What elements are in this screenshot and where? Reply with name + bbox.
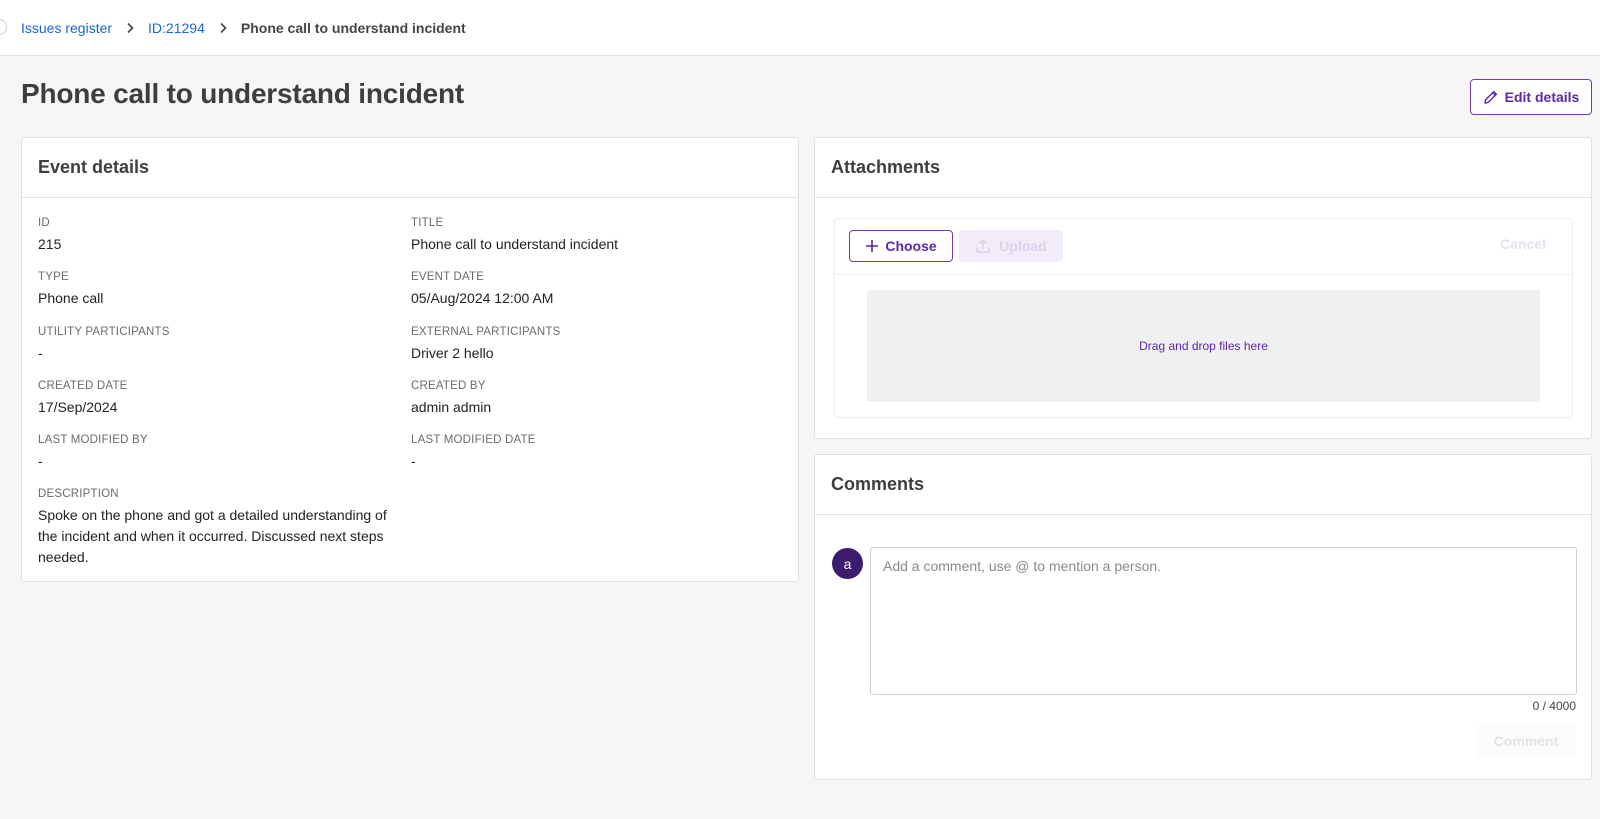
field-label: LAST MODIFIED BY bbox=[38, 434, 148, 446]
upload-icon bbox=[975, 238, 991, 254]
pencil-icon bbox=[1483, 89, 1499, 105]
field-label: TYPE bbox=[38, 271, 69, 283]
field-label: TITLE bbox=[411, 217, 444, 229]
field-value: - bbox=[38, 453, 43, 469]
comment-submit-button[interactable]: Comment bbox=[1477, 725, 1575, 757]
comments-title: Comments bbox=[815, 455, 1591, 515]
event-details-title: Event details bbox=[22, 138, 798, 198]
plus-icon bbox=[865, 239, 879, 253]
breadcrumb-issues-register-link[interactable]: Issues register bbox=[21, 20, 112, 36]
field-created-date: CREATED DATE 17/Sep/2024 bbox=[38, 380, 408, 418]
cancel-upload-button[interactable]: Cancel bbox=[1500, 236, 1546, 252]
breadcrumb: Issues register ID:21294 Phone call to u… bbox=[21, 18, 466, 38]
field-value: 215 bbox=[38, 236, 62, 252]
field-label: LAST MODIFIED DATE bbox=[411, 434, 536, 446]
field-value: 17/Sep/2024 bbox=[38, 399, 118, 415]
field-description: DESCRIPTION Spoke on the phone and got a… bbox=[38, 488, 408, 568]
field-event-date: EVENT DATE 05/Aug/2024 12:00 AM bbox=[411, 271, 781, 309]
field-value: Spoke on the phone and got a detailed un… bbox=[38, 507, 387, 565]
comments-card: Comments a 0 / 4000 Comment bbox=[814, 454, 1592, 780]
field-value: admin admin bbox=[411, 399, 492, 415]
field-label: UTILITY PARTICIPANTS bbox=[38, 326, 170, 338]
field-value: - bbox=[411, 453, 416, 469]
breadcrumb-current: Phone call to understand incident bbox=[240, 20, 466, 36]
edit-details-label: Edit details bbox=[1504, 89, 1580, 105]
attachments-card: Attachments Choose Upload Cancel Drag an… bbox=[814, 137, 1592, 439]
comment-input[interactable] bbox=[870, 547, 1577, 695]
avatar: a bbox=[832, 548, 863, 579]
attachments-title: Attachments bbox=[815, 138, 1591, 198]
field-value: - bbox=[38, 345, 43, 361]
field-title: TITLE Phone call to understand incident bbox=[411, 217, 781, 255]
upload-label: Upload bbox=[999, 238, 1047, 254]
page-title: Phone call to understand incident bbox=[21, 78, 464, 109]
field-label: ID bbox=[38, 217, 50, 229]
field-id: ID 215 bbox=[38, 217, 408, 255]
field-label: CREATED BY bbox=[411, 380, 486, 392]
field-last-modified-by: LAST MODIFIED BY - bbox=[38, 434, 408, 472]
sidebar-toggle-handle[interactable] bbox=[0, 19, 7, 35]
field-value: Driver 2 hello bbox=[411, 345, 494, 361]
field-external-participants: EXTERNAL PARTICIPANTS Driver 2 hello bbox=[411, 326, 781, 364]
field-last-modified-date: LAST MODIFIED DATE - bbox=[411, 434, 781, 472]
chevron-right-icon bbox=[205, 22, 241, 34]
edit-details-button[interactable]: Edit details bbox=[1470, 79, 1592, 115]
field-type: TYPE Phone call bbox=[38, 271, 408, 309]
field-value: 05/Aug/2024 12:00 AM bbox=[411, 290, 554, 306]
field-created-by: CREATED BY admin admin bbox=[411, 380, 781, 418]
character-count: 0 / 4000 bbox=[1532, 699, 1576, 713]
field-value: Phone call to understand incident bbox=[411, 236, 619, 252]
field-value: Phone call bbox=[38, 290, 104, 306]
event-details-card: Event details ID 215 TITLE Phone call to… bbox=[21, 137, 799, 582]
uploader-toolbar: Choose Upload Cancel bbox=[835, 219, 1572, 275]
top-bar: Issues register ID:21294 Phone call to u… bbox=[0, 0, 1600, 56]
drop-zone[interactable]: Drag and drop files here bbox=[867, 290, 1540, 402]
file-uploader: Choose Upload Cancel Drag and drop files… bbox=[834, 218, 1573, 418]
choose-file-button[interactable]: Choose bbox=[849, 230, 953, 262]
field-label: CREATED DATE bbox=[38, 380, 128, 392]
field-label: DESCRIPTION bbox=[38, 488, 119, 500]
field-utility-participants: UTILITY PARTICIPANTS - bbox=[38, 326, 408, 364]
upload-button[interactable]: Upload bbox=[959, 230, 1063, 262]
chevron-right-icon bbox=[112, 22, 148, 34]
field-label: EXTERNAL PARTICIPANTS bbox=[411, 326, 561, 338]
field-label: EVENT DATE bbox=[411, 271, 485, 283]
breadcrumb-issue-id-link[interactable]: ID:21294 bbox=[148, 20, 205, 36]
choose-label: Choose bbox=[885, 238, 937, 254]
